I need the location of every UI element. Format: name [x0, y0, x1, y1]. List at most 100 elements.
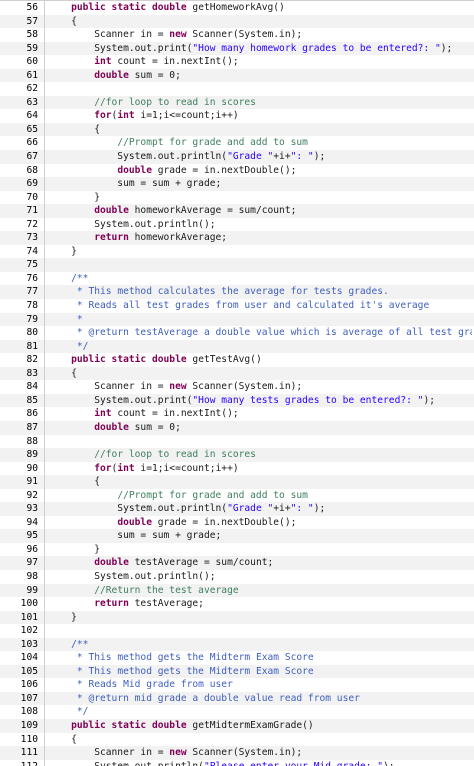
code-line[interactable]: 71 double homeworkAverage = sum/count;	[0, 204, 474, 218]
code-line[interactable]: 89 //for loop to read in scores	[0, 448, 474, 462]
line-number: 101	[20, 611, 38, 623]
code-line[interactable]: 93 System.out.println("Grade "+i+": ");	[0, 502, 474, 516]
code-line[interactable]: 109 public static double getMidtermExamG…	[0, 718, 474, 733]
code-line[interactable]: 91 {	[0, 475, 474, 489]
line-number: 102	[20, 625, 38, 637]
gutter-divider	[44, 678, 45, 692]
gutter-divider	[44, 488, 45, 503]
code-line[interactable]: 96 }	[0, 542, 474, 557]
code-line[interactable]: 107 * @return mid grade a double value r…	[0, 691, 474, 706]
code-line[interactable]: 92 //Prompt for grade and add to sum	[0, 488, 474, 503]
code-line[interactable]: 98 System.out.println();	[0, 569, 474, 584]
code-line[interactable]: 59 System.out.print("How many homework g…	[0, 41, 474, 56]
code-line[interactable]: 77 * This method calculates the average …	[0, 285, 474, 300]
line-number: 96	[26, 543, 38, 555]
code-line[interactable]: 85 System.out.print("How many tests grad…	[0, 393, 474, 408]
code-line[interactable]: 102	[0, 624, 474, 638]
code-line[interactable]: 90 for(int i=1;i<=count;i++)	[0, 461, 474, 476]
code-line[interactable]: 103 /**	[0, 637, 474, 652]
code-line[interactable]: 63 //for loop to read in scores	[0, 95, 474, 110]
line-number: 67	[26, 151, 38, 163]
code-text: */	[76, 340, 89, 352]
line-number: 85	[26, 394, 38, 406]
code-line[interactable]: 87 double sum = 0;	[0, 420, 474, 435]
code-line[interactable]: 104 * This method gets the Midterm Exam …	[0, 651, 474, 665]
gutter-divider	[44, 326, 45, 340]
gutter-divider	[44, 407, 45, 421]
gutter-divider	[44, 461, 45, 476]
line-number: 100	[20, 598, 38, 610]
line-number: 80	[26, 327, 38, 339]
code-line[interactable]: 61 double sum = 0;	[0, 68, 474, 83]
code-text: }	[48, 543, 100, 555]
code-line[interactable]: 106 * Reads Mid grade from user	[0, 678, 474, 692]
line-number: 88	[26, 435, 38, 447]
line-number: 70	[26, 191, 38, 203]
code-line[interactable]: 74 }	[0, 244, 474, 259]
code-line[interactable]: 100 return testAverage;	[0, 597, 474, 611]
line-number: 87	[26, 421, 38, 433]
gutter-divider	[44, 502, 45, 516]
gutter-divider	[44, 285, 45, 300]
code-line[interactable]: 57 {	[0, 14, 474, 29]
gutter-divider	[44, 691, 45, 706]
code-line[interactable]: 58 Scanner in = new Scanner(System.in);	[0, 28, 474, 42]
code-text: //Return the test average	[94, 584, 239, 596]
gutter-divider	[44, 393, 45, 408]
code-line[interactable]: 86 int count = in.nextInt();	[0, 407, 474, 421]
code-line[interactable]: 68 double grade = in.nextDouble();	[0, 163, 474, 178]
code-line[interactable]: 56 public static double getHomeworkAvg()	[0, 1, 474, 15]
line-number: 112	[0, 760, 38, 766]
line-number: 103	[20, 638, 38, 650]
line-number: 94	[26, 516, 38, 528]
code-text: System.out.println("Grade "+i+": ");	[48, 503, 326, 515]
code-line[interactable]: 73 return homeworkAverage;	[0, 231, 474, 245]
code-line[interactable]: 69 sum = sum + grade;	[0, 177, 474, 191]
code-line[interactable]: 60 int count = in.nextInt();	[0, 55, 474, 69]
code-line[interactable]: 79 *	[0, 312, 474, 327]
code-line[interactable]: 101 }	[0, 610, 474, 625]
line-number: 110	[20, 733, 38, 745]
code-line[interactable]: 66 //Prompt for grade and add to sum	[0, 136, 474, 151]
code-line[interactable]: 105 * This method gets the Midterm Exam …	[0, 664, 474, 679]
code-line[interactable]: 110 {	[0, 732, 474, 747]
line-number: 111	[20, 747, 38, 759]
code-line[interactable]: 70 }	[0, 190, 474, 205]
gutter-divider	[44, 231, 45, 245]
code-line[interactable]: 76 /**	[0, 271, 474, 286]
code-line[interactable]: 95 sum = sum + grade;	[0, 529, 474, 543]
gutter-divider	[44, 759, 45, 766]
code-line[interactable]: 83 {	[0, 366, 474, 381]
code-line[interactable]: 99 //Return the test average	[0, 583, 474, 598]
code-text: double grade = in.nextDouble();	[117, 164, 297, 176]
code-text: double sum = 0;	[94, 69, 181, 81]
code-line[interactable]: 62	[0, 82, 474, 96]
gutter-divider	[44, 68, 45, 83]
gutter-divider	[44, 353, 45, 367]
code-line[interactable]: 82 public static double getTestAvg()	[0, 353, 474, 367]
code-line[interactable]: 111 Scanner in = new Scanner(System.in);	[0, 746, 474, 760]
code-text: Scanner in = new Scanner(System.in);	[48, 747, 303, 759]
code-line[interactable]: 94 double grade = in.nextDouble();	[0, 515, 474, 530]
code-line[interactable]: 78 * Reads all test grades from user and…	[0, 299, 474, 313]
code-text: double grade = in.nextDouble();	[117, 516, 297, 528]
code-line[interactable]: 67 System.out.println("Grade "+i+": ");	[0, 150, 474, 164]
line-number: 69	[26, 178, 38, 190]
line-number: 108	[20, 706, 38, 718]
code-text: public static double getHomeworkAvg()	[71, 2, 285, 13]
code-line[interactable]: 108 */	[0, 705, 474, 719]
line-number: 104	[20, 652, 38, 664]
code-line[interactable]: 112 System.out.println("Please enter you…	[0, 759, 474, 766]
code-line[interactable]: 81 */	[0, 339, 474, 354]
code-line[interactable]: 80 * @return testAverage a double value …	[0, 326, 474, 340]
code-line[interactable]: 64 for(int i=1;i<=count;i++)	[0, 109, 474, 123]
code-text: Scanner in = new Scanner(System.in);	[48, 381, 303, 393]
code-line[interactable]: 75	[0, 258, 474, 272]
code-line[interactable]: 84 Scanner in = new Scanner(System.in);	[0, 380, 474, 394]
code-line[interactable]: 72 System.out.println();	[0, 217, 474, 232]
code-line[interactable]: 88	[0, 434, 474, 449]
code-line[interactable]: 65 {	[0, 122, 474, 137]
code-line[interactable]: 97 double testAverage = sum/count;	[0, 556, 474, 570]
code-editor[interactable]: 56 public static double getHomeworkAvg()…	[0, 0, 474, 766]
